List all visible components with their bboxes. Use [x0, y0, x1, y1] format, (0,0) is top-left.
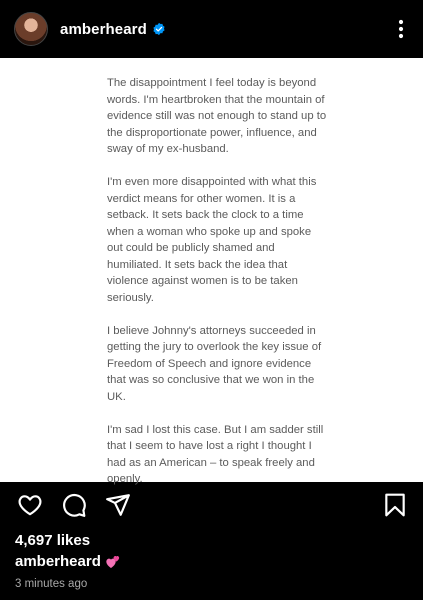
- statement-paragraph: I'm sad I lost this case. But I am sadde…: [107, 423, 324, 486]
- post-image[interactable]: The disappointment I feel today is beyon…: [0, 58, 423, 485]
- avatar[interactable]: [14, 12, 48, 46]
- share-button[interactable]: [104, 491, 132, 519]
- caption-username[interactable]: amberheard: [15, 553, 101, 570]
- pink-hearts-emoji-icon: [106, 555, 120, 568]
- likes-count[interactable]: 4,697 likes: [0, 532, 423, 549]
- post-timestamp: 3 minutes ago: [15, 578, 88, 590]
- comment-icon: [63, 493, 86, 517]
- send-icon: [106, 494, 130, 516]
- comment-button[interactable]: [60, 491, 88, 519]
- verified-badge-icon: [153, 22, 165, 36]
- more-options-button[interactable]: [391, 17, 411, 41]
- statement-paragraph: The disappointment I feel today is beyon…: [107, 77, 327, 155]
- action-bar: [0, 484, 423, 526]
- caption: amberheard: [0, 553, 423, 570]
- more-vertical-icon: [398, 19, 404, 39]
- like-button[interactable]: [16, 491, 44, 519]
- post-header: amberheard: [0, 0, 423, 58]
- bookmark-icon: [385, 493, 405, 517]
- save-button[interactable]: [381, 491, 409, 519]
- header-username[interactable]: amberheard: [60, 21, 147, 38]
- heart-icon: [18, 495, 42, 516]
- statement-paragraph: I believe Johnny's attorneys succeeded i…: [107, 324, 322, 403]
- statement-paragraph: I'm even more disappointed with what thi…: [107, 176, 317, 304]
